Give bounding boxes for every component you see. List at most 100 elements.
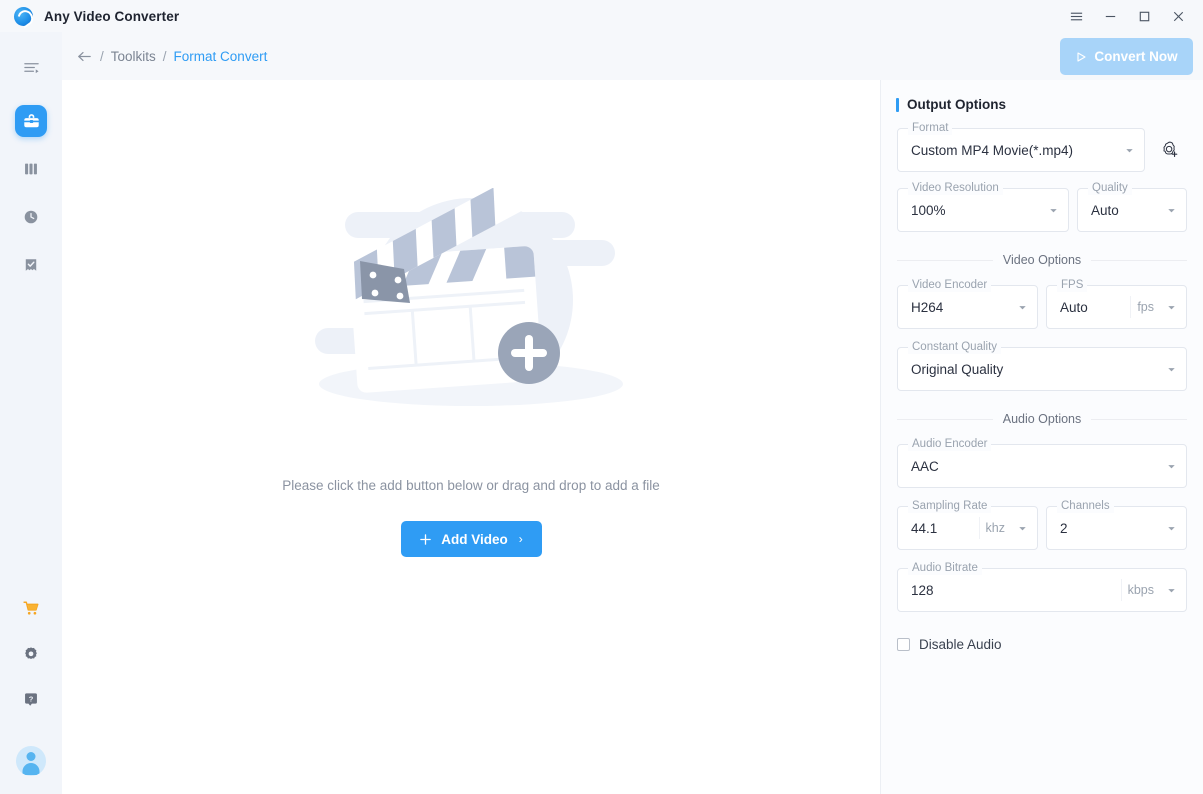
chevron-down-icon[interactable] [1160, 585, 1182, 596]
drop-area[interactable]: Please click the add button below or dra… [62, 80, 880, 794]
maximize-button[interactable] [1127, 0, 1161, 32]
format-select[interactable]: Format Custom MP4 Movie(*.mp4) [897, 122, 1145, 172]
constant-quality-select[interactable]: Constant Quality Original Quality [897, 341, 1187, 391]
video-encoder-select[interactable]: Video Encoder H264 [897, 279, 1038, 329]
sampling-rate-input[interactable]: Sampling Rate 44.1 khz [897, 500, 1038, 550]
quality-select[interactable]: Quality Auto [1077, 182, 1187, 232]
breadcrumb-current[interactable]: Format Convert [174, 49, 268, 64]
constant-quality-label: Constant Quality [908, 341, 1002, 354]
constant-quality-row: Constant Quality Original Quality [881, 341, 1203, 391]
sidebar-nav [15, 105, 47, 281]
divider-line-right [1091, 418, 1187, 420]
sidebar-item-settings[interactable] [15, 638, 47, 670]
left-sidebar: ? [0, 32, 62, 794]
app-window: Any Video Converter ? / Toolkits / Forma… [0, 0, 1203, 794]
audio-encoder-label: Audio Encoder [908, 438, 992, 451]
books-icon [25, 163, 37, 175]
chevron-down-icon[interactable] [1160, 302, 1182, 313]
convert-now-button[interactable]: Convert Now [1060, 38, 1193, 75]
checklist-icon [25, 259, 37, 271]
disable-audio-checkbox[interactable] [897, 638, 910, 651]
toolbox-icon [23, 113, 39, 127]
sidebar-item-store[interactable] [15, 592, 47, 624]
fps-select[interactable]: FPS Auto fps [1046, 279, 1187, 329]
audio-bitrate-row: Audio Bitrate 128 kbps [881, 562, 1203, 612]
sidebar-item-history[interactable] [15, 201, 47, 233]
audio-encoder-row: Audio Encoder AAC [881, 438, 1203, 488]
sidebar-item-tasks[interactable] [15, 249, 47, 281]
convert-now-label: Convert Now [1094, 49, 1178, 64]
breadcrumb-separator-1: / [100, 48, 104, 64]
svg-text:?: ? [29, 694, 34, 703]
audio-encoder-select[interactable]: Audio Encoder AAC [897, 438, 1187, 488]
shopping-cart-icon [22, 601, 38, 615]
drop-hint-text: Please click the add button below or dra… [282, 478, 660, 493]
clapperboard-add-illustration [281, 181, 661, 438]
sidebar-collapse-button[interactable] [0, 47, 62, 87]
audio-encoder-value: AAC [911, 458, 939, 474]
breadcrumb-bar: / Toolkits / Format Convert [62, 32, 1203, 80]
collapse-menu-icon [23, 62, 39, 73]
encoder-fps-row: Video Encoder H264 FPS Auto fps [881, 279, 1203, 329]
sidebar-item-library[interactable] [15, 153, 47, 185]
chevron-down-icon[interactable] [1042, 205, 1064, 216]
sampling-channels-row: Sampling Rate 44.1 khz Channels 2 [881, 500, 1203, 550]
minimize-button[interactable] [1093, 0, 1127, 32]
channels-label: Channels [1057, 500, 1114, 513]
fps-label: FPS [1057, 279, 1088, 292]
quality-label: Quality [1088, 182, 1132, 195]
chevron-down-icon[interactable] [1160, 205, 1182, 216]
chevron-down-icon[interactable] [1160, 523, 1182, 534]
video-encoder-label: Video Encoder [908, 279, 992, 292]
breadcrumb-root[interactable]: Toolkits [111, 49, 156, 64]
chevron-right-icon: › [518, 532, 523, 546]
plus-icon [420, 533, 432, 545]
back-arrow-icon [78, 51, 91, 61]
app-title: Any Video Converter [44, 8, 180, 24]
sidebar-item-toolkits[interactable] [15, 105, 47, 137]
audio-options-label: Audio Options [1002, 412, 1082, 426]
video-options-divider: Video Options [881, 253, 1203, 267]
video-options-label: Video Options [1002, 253, 1082, 267]
disable-audio-row[interactable]: Disable Audio [881, 637, 1203, 652]
add-video-label: Add Video [441, 531, 508, 547]
video-resolution-label: Video Resolution [908, 182, 1003, 195]
format-row: Format Custom MP4 Movie(*.mp4) [881, 122, 1203, 172]
sidebar-bottom-nav: ? [15, 592, 47, 794]
format-label: Format [908, 122, 953, 135]
constant-quality-value: Original Quality [911, 361, 1004, 377]
chevron-down-icon[interactable] [1160, 364, 1182, 375]
audio-bitrate-value: 128 [911, 582, 934, 598]
chevron-down-icon[interactable] [1160, 461, 1182, 472]
chevron-down-icon[interactable] [1118, 145, 1140, 156]
add-preset-button[interactable] [1153, 128, 1187, 172]
breadcrumb-separator-2: / [162, 48, 167, 64]
resolution-quality-row: Video Resolution 100% Quality Auto [881, 182, 1203, 232]
avc-logo-icon [14, 6, 33, 26]
format-value: Custom MP4 Movie(*.mp4) [911, 142, 1074, 158]
channels-select[interactable]: Channels 2 [1046, 500, 1187, 550]
add-video-button[interactable]: Add Video › [400, 521, 542, 557]
sampling-rate-label: Sampling Rate [908, 500, 992, 513]
fps-value: Auto [1060, 299, 1088, 315]
sidebar-item-help[interactable]: ? [15, 684, 47, 716]
quality-value: Auto [1091, 202, 1119, 218]
chevron-down-icon[interactable] [1011, 523, 1033, 534]
back-button[interactable] [76, 48, 93, 65]
window-controls [1059, 0, 1203, 32]
clock-icon [24, 210, 38, 224]
menu-button[interactable] [1059, 0, 1093, 32]
video-resolution-value: 100% [911, 202, 946, 218]
play-triangle-icon [1077, 51, 1086, 62]
fps-unit: fps [1130, 296, 1160, 318]
chevron-down-icon[interactable] [1011, 302, 1033, 313]
channels-value: 2 [1060, 520, 1068, 536]
audio-bitrate-input[interactable]: Audio Bitrate 128 kbps [897, 562, 1187, 612]
output-options-header: Output Options [896, 97, 1203, 112]
output-options-title: Output Options [907, 97, 1006, 112]
audio-bitrate-label: Audio Bitrate [908, 562, 982, 575]
close-button[interactable] [1161, 0, 1195, 32]
divider-line-left [897, 259, 993, 261]
user-avatar[interactable] [16, 746, 46, 776]
video-resolution-select[interactable]: Video Resolution 100% [897, 182, 1069, 232]
